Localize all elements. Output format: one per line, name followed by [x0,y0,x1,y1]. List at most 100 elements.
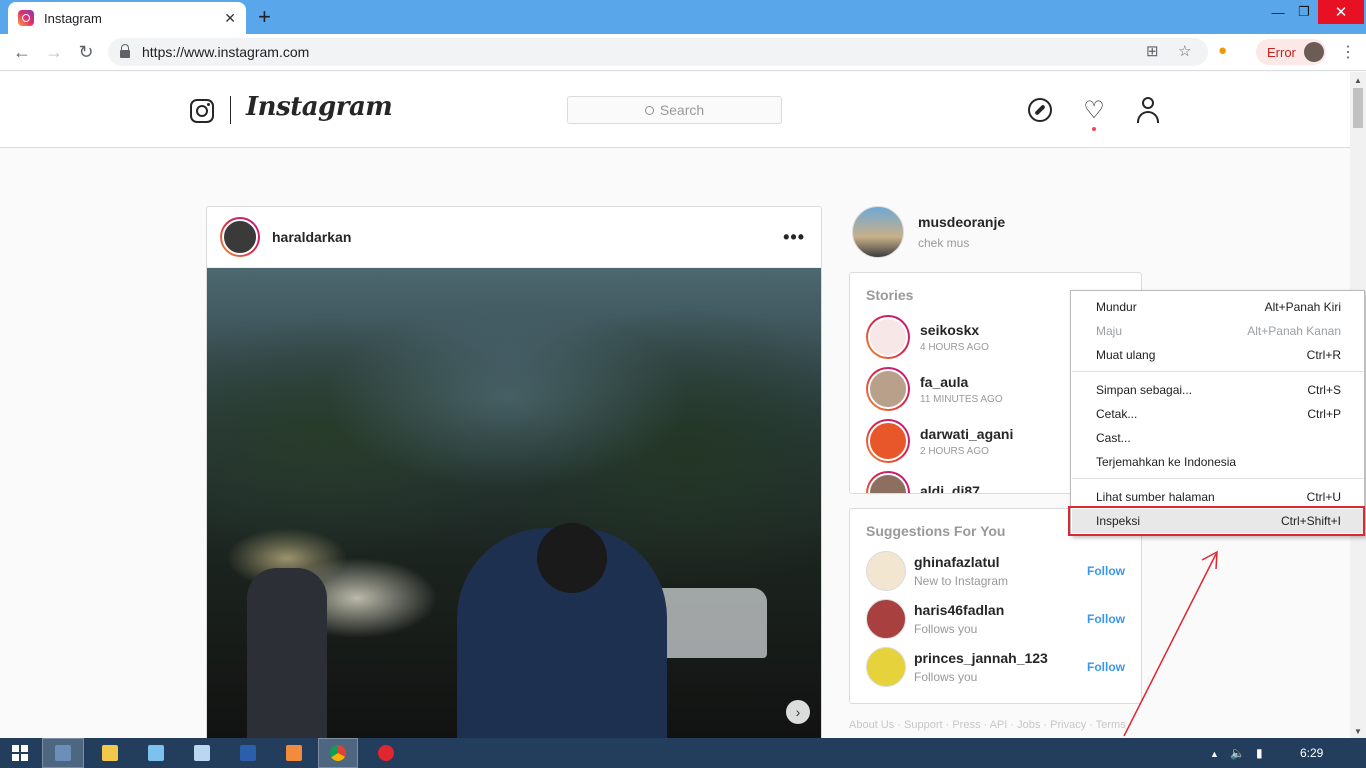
explore-button[interactable] [1026,96,1054,124]
windows-taskbar [0,738,1366,768]
suggestion-username[interactable]: haris46fadlan [914,602,1004,618]
menu-item-print[interactable]: Cetak... Ctrl+P [1072,402,1363,426]
notepad-icon[interactable] [136,738,176,768]
menu-item-save-as[interactable]: Simpan sebagai... Ctrl+S [1072,378,1363,402]
menu-item-back[interactable]: Mundur Alt+Panah Kiri [1072,295,1363,319]
instagram-camera-icon[interactable] [190,99,214,123]
activity-button[interactable]: ♡ [1080,96,1108,124]
scrollbar-thumb[interactable] [1353,88,1363,128]
calculator-icon[interactable] [182,738,222,768]
store-icon[interactable] [274,738,314,768]
taskbar-app-icon[interactable] [42,738,84,768]
battery-icon[interactable]: ▮ [1256,746,1263,760]
search-input[interactable]: Search [567,96,782,124]
file-explorer-icon[interactable] [90,738,130,768]
url-text: https://www.instagram.com [142,44,310,60]
scroll-down-icon[interactable]: ▼ [1354,727,1362,736]
post-avatar[interactable] [220,217,260,257]
current-username[interactable]: musdeoranje [918,214,1005,230]
bookmark-star-icon[interactable]: ☆ [1178,42,1191,60]
context-menu: Mundur Alt+Panah Kiri Maju Alt+Panah Kanan… [1070,290,1365,536]
profile-avatar [1303,42,1324,62]
menu-item-translate[interactable]: Terjemahkan ke Indonesia [1072,450,1363,474]
story-avatar [866,471,910,493]
menu-item-label: Muat ulang [1096,348,1156,362]
instagram-wordmark[interactable]: Instagram [246,92,393,122]
story-username: seikoskx [920,321,980,338]
menu-item-shortcut: Ctrl+R [1306,348,1341,362]
menu-separator [1072,371,1363,372]
story-avatar [866,419,910,463]
suggestion-item: haris46fadlan Follows you Follow [850,595,1141,643]
story-avatar [866,367,910,411]
menu-item-cast[interactable]: Cast... [1072,426,1363,450]
highlight-box [1068,506,1365,536]
instagram-favicon-icon [18,10,34,26]
suggestion-username[interactable]: princes_jannah_123 [914,650,1048,666]
menu-separator [1072,478,1363,479]
suggestion-avatar[interactable] [866,551,906,591]
browser-tab[interactable]: Instagram ✕ [8,2,246,34]
post-photo[interactable]: › [207,268,821,745]
word-icon[interactable] [228,738,268,768]
compass-icon [1028,98,1052,122]
windows-start-icon[interactable] [8,738,32,768]
menu-item-label: Simpan sebagai... [1096,383,1193,397]
photo-rider [247,568,327,745]
suggestion-avatar[interactable] [866,647,906,687]
user-icon [1137,97,1159,123]
current-user-avatar[interactable] [852,206,904,258]
extension-icon[interactable]: ● [1218,42,1227,59]
instagram-header: Instagram Search ♡ [0,72,1350,148]
menu-item-label: Cast... [1096,431,1131,445]
profile-button[interactable] [1134,96,1162,124]
menu-item-label: Maju [1096,324,1123,338]
current-user[interactable]: musdeoranje chek mus [852,206,1005,258]
suggestion-item: princes_jannah_123 Follows you Follow [850,643,1141,691]
back-arrow-icon[interactable]: ← [10,40,34,64]
menu-item-shortcut: Ctrl+P [1307,407,1341,421]
volume-icon[interactable]: 🔈 [1230,746,1245,760]
scroll-up-icon[interactable]: ▲ [1354,76,1362,85]
menu-item-reload[interactable]: Muat ulang Ctrl+R [1072,343,1363,367]
chrome-icon[interactable] [318,738,358,768]
footer-links[interactable]: About Us · Support · Press · API · Jobs … [849,719,1132,731]
search-placeholder: Search [659,102,705,118]
menu-item-shortcut: Ctrl+S [1307,383,1341,397]
suggestion-item: ghinafazlatul New to Instagram Follow [850,547,1141,595]
tab-close-icon[interactable]: ✕ [224,10,236,27]
menu-item-label: Lihat sumber halaman [1096,490,1215,504]
window-close-button[interactable]: ✕ [1318,0,1364,24]
next-photo-button[interactable]: › [786,700,810,724]
address-bar[interactable]: https://www.instagram.com [108,38,1208,66]
suggestion-avatar[interactable] [866,599,906,639]
story-username: fa_aula [920,373,969,390]
photo-helmet [537,523,607,593]
story-time: 4 HOURS AGO [920,341,989,353]
translate-icon[interactable]: ⊞ [1146,42,1159,60]
tray-expand-icon[interactable]: ▲ [1210,749,1219,759]
suggestions-panel: Suggestions For You ghinafazlatul New to … [849,508,1142,704]
restore-button[interactable]: ❐ [1292,0,1316,24]
reload-icon[interactable]: ↻ [74,40,98,64]
menu-item-label: Cetak... [1096,407,1138,421]
heart-icon: ♡ [1083,96,1105,124]
error-label: Error [1267,44,1296,60]
menu-item-forward[interactable]: Maju Alt+Panah Kanan [1072,319,1363,343]
suggestion-username[interactable]: ghinafazlatul [914,554,1008,570]
menu-item-shortcut: Ctrl+U [1306,490,1341,504]
browser-menu-icon[interactable]: ⋮ [1340,42,1356,62]
forward-arrow-icon[interactable]: → [42,40,66,64]
tab-title: Instagram [44,10,102,26]
suggestion-subtitle: New to Instagram [914,574,1009,588]
browser-tabbar: Instagram ✕ + — ❐ ✕ [0,0,1366,34]
post-username[interactable]: haraldarkan [272,229,351,245]
clock[interactable]: 6:29 [1300,746,1323,760]
menu-item-shortcut: Alt+Panah Kanan [1247,324,1341,338]
profile-error-button[interactable]: Error [1256,39,1326,65]
more-options-icon[interactable]: ••• [783,227,805,248]
opera-icon[interactable] [366,738,406,768]
minimize-button[interactable]: — [1266,0,1290,24]
search-icon [644,105,654,115]
new-tab-button[interactable]: + [258,4,271,30]
